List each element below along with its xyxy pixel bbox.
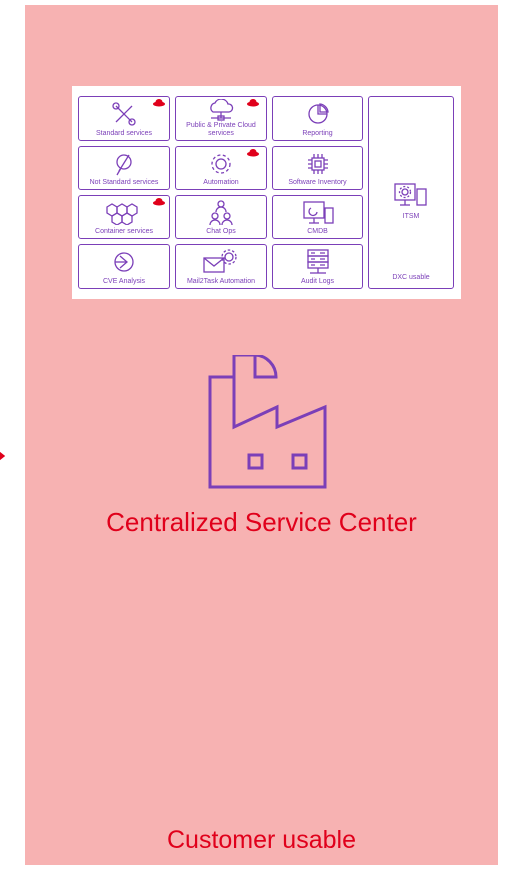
factory-icon bbox=[208, 355, 327, 489]
pie-chart-icon bbox=[307, 103, 329, 124]
tile-audit-logs[interactable]: Audit Logs bbox=[272, 244, 363, 289]
tile-label: Automation bbox=[203, 179, 239, 186]
hexagon-cluster-icon bbox=[106, 203, 138, 225]
tools-icon bbox=[112, 102, 136, 126]
gear-icon bbox=[211, 154, 231, 174]
tile-mail2task-automation[interactable]: Mail2Task Automation bbox=[175, 244, 267, 289]
tile-label: DXC usable bbox=[392, 274, 430, 281]
tile-standard-services[interactable]: Standard services bbox=[78, 96, 170, 141]
tile-label: ITSM bbox=[402, 213, 420, 220]
tile-label: Mail2Task Automation bbox=[186, 278, 256, 285]
redhat-logo-icon bbox=[247, 99, 259, 107]
tile-label: Standard services bbox=[95, 130, 153, 137]
tile-software-inventory[interactable]: Software Inventory bbox=[272, 146, 363, 190]
server-icon bbox=[306, 249, 329, 274]
tile-cmdb[interactable]: CMDB bbox=[272, 195, 363, 239]
monitor-icon bbox=[302, 201, 334, 224]
tile-label: Container services bbox=[95, 228, 153, 235]
tile-label: Not Standard services bbox=[89, 179, 159, 186]
page-title: Centralized Service Center bbox=[106, 507, 417, 537]
tile-automation[interactable]: Automation bbox=[175, 146, 267, 190]
chip-icon bbox=[307, 154, 328, 174]
tile-label: Public & Private Cloud services bbox=[186, 122, 256, 137]
tile-container-services[interactable]: Container services bbox=[78, 195, 170, 239]
tile-cve-analysis[interactable]: CVE Analysis bbox=[78, 244, 170, 289]
footer-label: Customer usable bbox=[167, 826, 356, 854]
tile-label: Chat Ops bbox=[206, 228, 236, 235]
tile-not-standard-services[interactable]: Not Standard services bbox=[78, 146, 170, 190]
tile-chat-ops[interactable]: Chat Ops bbox=[175, 195, 267, 239]
tile-label: Reporting bbox=[302, 130, 333, 137]
shield-icon bbox=[114, 252, 134, 272]
tile-itsm[interactable]: ITSM DXC usable bbox=[368, 96, 454, 289]
tile-label: Software Inventory bbox=[288, 179, 347, 186]
redhat-logo-icon bbox=[153, 99, 165, 107]
services-grid-card: Standard services Public & Private Cloud… bbox=[72, 86, 461, 299]
tile-reporting[interactable]: Reporting bbox=[272, 96, 363, 141]
wrench-cross-icon bbox=[116, 154, 132, 176]
mail-gear-icon bbox=[203, 249, 237, 273]
cloud-network-icon bbox=[210, 99, 234, 121]
redhat-logo-icon bbox=[153, 198, 165, 206]
tile-cloud-services[interactable]: Public & Private Cloud services bbox=[175, 96, 267, 141]
tile-label: CMDB bbox=[307, 228, 328, 235]
tile-label: CVE Analysis bbox=[102, 278, 146, 285]
tile-label: Audit Logs bbox=[300, 278, 335, 285]
itsm-gear-devices-icon bbox=[394, 183, 427, 206]
people-icon bbox=[209, 200, 233, 226]
redhat-logo-icon bbox=[247, 149, 259, 157]
chevron-right-icon bbox=[0, 451, 6, 461]
